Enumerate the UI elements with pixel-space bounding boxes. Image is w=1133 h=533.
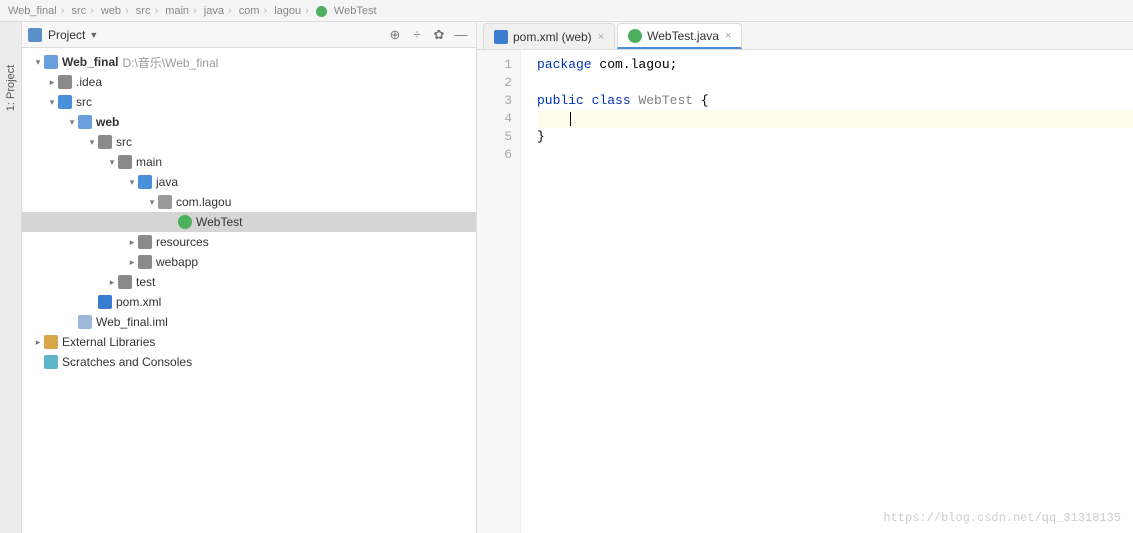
crumb[interactable]: WebTest [334,5,377,17]
folder-icon [118,275,132,289]
tree-src-folder[interactable]: ▾ src [22,92,476,112]
tab-label: pom.xml (web) [513,30,592,44]
folder-icon [138,255,152,269]
breadcrumb: Web_final› src› web› src› main› java› co… [0,0,1133,22]
panel-title[interactable]: Project [48,28,85,42]
line-number: 3 [477,92,512,110]
code-editor[interactable]: 1 2 3 4 5 6 package com.lagou; public cl… [477,50,1133,533]
tab-webtest[interactable]: WebTest.java × [617,23,742,49]
editor-tabs: pom.xml (web) × WebTest.java × [477,22,1133,50]
tab-label: WebTest.java [647,29,719,43]
folder-icon [58,75,72,89]
project-panel-header: Project ▼ ⊕ ÷ ✿ — [22,22,476,48]
hide-icon[interactable]: — [452,26,470,44]
locate-icon[interactable]: ⊕ [386,26,404,44]
text-cursor [570,112,571,126]
iml-icon [78,315,92,329]
line-number: 2 [477,74,512,92]
crumb[interactable]: java [204,5,224,17]
library-icon [44,335,58,349]
line-number: 5 [477,128,512,146]
folder-icon [118,155,132,169]
project-icon [28,28,42,42]
class-icon [316,6,327,17]
tree-web-module[interactable]: ▾ web [22,112,476,132]
folder-icon [58,95,72,109]
tab-pom[interactable]: pom.xml (web) × [483,23,615,49]
tree-src2-folder[interactable]: ▾ src [22,132,476,152]
tree-iml-file[interactable]: Web_final.iml [22,312,476,332]
tool-window-stripe[interactable]: 1: Project [0,22,22,533]
code-body[interactable]: package com.lagou; public class WebTest … [521,50,1133,533]
line-number: 4 [477,110,512,128]
tree-resources-folder[interactable]: ▸ resources [22,232,476,252]
tree-external-libraries[interactable]: ▸ External Libraries [22,332,476,352]
scratch-icon [44,355,58,369]
close-icon[interactable]: × [725,30,731,42]
line-gutter: 1 2 3 4 5 6 [477,50,521,533]
watermark: https://blog.csdn.net/qq_31318135 [883,511,1121,525]
crumb[interactable]: src [136,5,151,17]
crumb[interactable]: main [165,5,189,17]
tree-class-webtest[interactable]: WebTest [22,212,476,232]
crumb[interactable]: com [239,5,260,17]
settings-icon[interactable]: ✿ [430,26,448,44]
tree-package[interactable]: ▾ com.lagou [22,192,476,212]
module-icon [78,115,92,129]
tree-scratches[interactable]: Scratches and Consoles [22,352,476,372]
crumb[interactable]: lagou [274,5,301,17]
class-icon [628,29,642,43]
tree-main-folder[interactable]: ▾ main [22,152,476,172]
maven-icon [494,30,508,44]
maven-icon [98,295,112,309]
tree-java-folder[interactable]: ▾ java [22,172,476,192]
tree-project-root[interactable]: ▾ Web_final D:\音乐\Web_final [22,52,476,72]
collapse-icon[interactable]: ÷ [408,26,426,44]
tree-idea-folder[interactable]: ▸ .idea [22,72,476,92]
chevron-down-icon[interactable]: ▼ [89,30,98,40]
crumb[interactable]: Web_final [8,5,57,17]
tree-pom-file[interactable]: pom.xml [22,292,476,312]
editor-area: pom.xml (web) × WebTest.java × 1 2 3 4 5… [477,22,1133,533]
close-icon[interactable]: × [598,31,604,43]
folder-icon [98,135,112,149]
project-tree[interactable]: ▾ Web_final D:\音乐\Web_final ▸ .idea ▾ sr… [22,48,476,533]
class-icon [178,215,192,229]
package-icon [158,195,172,209]
line-number: 6 [477,146,512,164]
project-panel: Project ▼ ⊕ ÷ ✿ — ▾ Web_final D:\音乐\Web_… [22,22,477,533]
project-tool-tab[interactable]: 1: Project [5,65,17,111]
crumb[interactable]: src [71,5,86,17]
folder-icon [138,235,152,249]
tree-webapp-folder[interactable]: ▸ webapp [22,252,476,272]
folder-icon [138,175,152,189]
line-number: 1 [477,56,512,74]
tree-test-folder[interactable]: ▸ test [22,272,476,292]
module-icon [44,55,58,69]
crumb[interactable]: web [101,5,121,17]
